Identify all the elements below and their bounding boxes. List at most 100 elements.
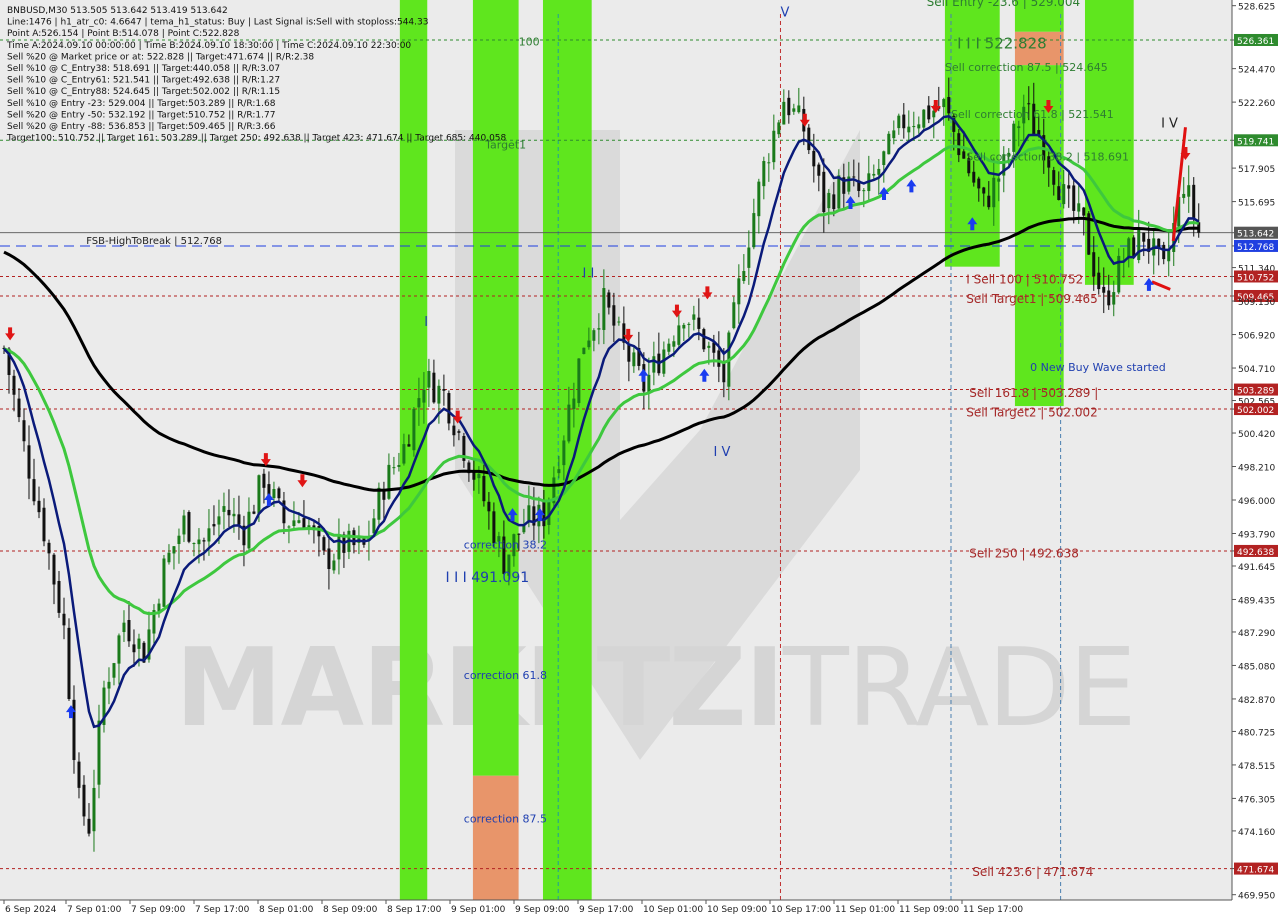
candle-body bbox=[1162, 244, 1166, 260]
candle-body bbox=[1182, 193, 1186, 198]
candle-body bbox=[37, 500, 41, 513]
candle-body bbox=[677, 325, 681, 345]
chart-annotation: V bbox=[780, 6, 789, 21]
candle-body bbox=[817, 164, 821, 176]
candle-body bbox=[757, 181, 761, 217]
y-tick-label: 478.515 bbox=[1238, 762, 1275, 772]
candle-body bbox=[172, 546, 176, 554]
candle-body bbox=[1057, 186, 1061, 200]
candle-body bbox=[192, 543, 196, 545]
candle-body bbox=[402, 444, 406, 464]
candle-body bbox=[127, 620, 131, 642]
info-line: Sell %20 @ Entry -88: 536.853 || Target:… bbox=[7, 122, 276, 132]
candle-body bbox=[597, 328, 601, 330]
candle-body bbox=[832, 194, 836, 210]
candle-body bbox=[882, 151, 886, 166]
candle-body bbox=[112, 663, 116, 678]
watermark-text: MARKETZITRADE bbox=[175, 626, 1135, 751]
y-tick-label: 491.645 bbox=[1238, 563, 1275, 573]
candle-body bbox=[947, 97, 951, 114]
candle-body bbox=[557, 469, 561, 474]
candle-body bbox=[672, 341, 676, 347]
candle-body bbox=[897, 115, 901, 129]
candle-body bbox=[377, 487, 381, 520]
candle-body bbox=[717, 350, 721, 367]
candle-body bbox=[122, 622, 126, 633]
candle-body bbox=[572, 398, 576, 410]
candle-body bbox=[217, 516, 221, 525]
chart-annotation: Sell Entry -23.6 | 529.004 bbox=[927, 0, 1081, 9]
info-line: Time A:2024.09.10 00:00:00 | Time B:2024… bbox=[6, 41, 411, 51]
info-line: Point A:526.154 | Point B:514.078 | Poin… bbox=[7, 29, 240, 39]
y-tick-label: 524.470 bbox=[1238, 66, 1275, 76]
candle-body bbox=[1192, 184, 1196, 219]
candle-body bbox=[837, 175, 841, 209]
candle-body bbox=[977, 178, 981, 189]
x-tick-label: 10 Sep 17:00 bbox=[771, 905, 831, 915]
candle-body bbox=[872, 173, 876, 176]
candle-body bbox=[707, 345, 711, 348]
candle-body bbox=[722, 363, 726, 383]
y-tick-label: 503.289 bbox=[1237, 387, 1274, 397]
candle-body bbox=[747, 247, 751, 268]
candle-body bbox=[287, 526, 291, 528]
candle-body bbox=[767, 162, 771, 164]
candle-body bbox=[292, 520, 296, 526]
candle-body bbox=[1067, 185, 1071, 189]
candle-body bbox=[372, 518, 376, 534]
candle-body bbox=[57, 580, 61, 613]
y-tick-label: 522.260 bbox=[1238, 99, 1275, 109]
candle-body bbox=[1167, 249, 1171, 262]
chart-annotation: I bbox=[424, 315, 428, 330]
candle-body bbox=[387, 464, 391, 499]
chart-annotation: 0 New Buy Wave started bbox=[1030, 361, 1166, 374]
candle-body bbox=[32, 479, 36, 502]
zone-band bbox=[472, 0, 519, 776]
candle-body bbox=[1082, 207, 1086, 216]
candle-body bbox=[902, 114, 906, 129]
candle-body bbox=[47, 542, 51, 554]
candle-body bbox=[807, 127, 811, 151]
candle-body bbox=[972, 171, 976, 183]
x-tick-label: 6 Sep 2024 bbox=[5, 905, 57, 915]
chart-annotation: I I I 491.091 bbox=[446, 570, 530, 586]
candle-body bbox=[107, 681, 111, 689]
candle-body bbox=[432, 372, 436, 403]
info-line: Sell %20 @ Entry -50: 532.192 || Target:… bbox=[7, 110, 275, 120]
candle-body bbox=[567, 404, 571, 442]
candle-body bbox=[412, 408, 416, 451]
candle-body bbox=[442, 389, 446, 391]
x-tick-label: 11 Sep 17:00 bbox=[963, 905, 1023, 915]
candle-body bbox=[182, 515, 186, 535]
candle-body bbox=[602, 288, 606, 330]
x-tick-label: 11 Sep 09:00 bbox=[899, 905, 959, 915]
candle-body bbox=[667, 343, 671, 352]
y-tick-label: 487.290 bbox=[1238, 629, 1275, 639]
y-tick-label: 500.420 bbox=[1238, 430, 1275, 440]
chart-annotation: I I I 522.828 bbox=[957, 34, 1047, 52]
candle-body bbox=[927, 105, 931, 120]
y-tick-label: 474.160 bbox=[1238, 828, 1275, 838]
y-tick-label: 519.741 bbox=[1237, 137, 1274, 147]
candle-body bbox=[612, 305, 616, 326]
chart-annotation: FSB-HighToBreak | 512.768 bbox=[86, 236, 222, 247]
y-tick-label: 513.642 bbox=[1237, 230, 1274, 240]
chart-annotation: Sell correction 61.8 | 521.541 bbox=[951, 108, 1114, 121]
candle-body bbox=[327, 548, 331, 570]
chart-annotation: I V bbox=[713, 445, 730, 460]
candle-body bbox=[527, 505, 531, 523]
candle-body bbox=[207, 528, 211, 542]
candle-body bbox=[892, 130, 896, 139]
y-tick-label: 476.305 bbox=[1238, 795, 1275, 805]
candle-body bbox=[322, 537, 326, 551]
candle-body bbox=[587, 340, 591, 348]
candle-body bbox=[632, 352, 636, 367]
candle-body bbox=[987, 195, 991, 208]
chart-annotation: Sell 423.6 | 471.674 bbox=[972, 865, 1093, 879]
y-tick-label: 485.080 bbox=[1238, 662, 1275, 672]
chart-annotation: correction 87.5 bbox=[464, 813, 547, 826]
y-tick-label: 502.002 bbox=[1237, 406, 1274, 416]
candle-body bbox=[592, 330, 596, 341]
candle-body bbox=[682, 324, 686, 329]
candle-body bbox=[1097, 272, 1101, 290]
